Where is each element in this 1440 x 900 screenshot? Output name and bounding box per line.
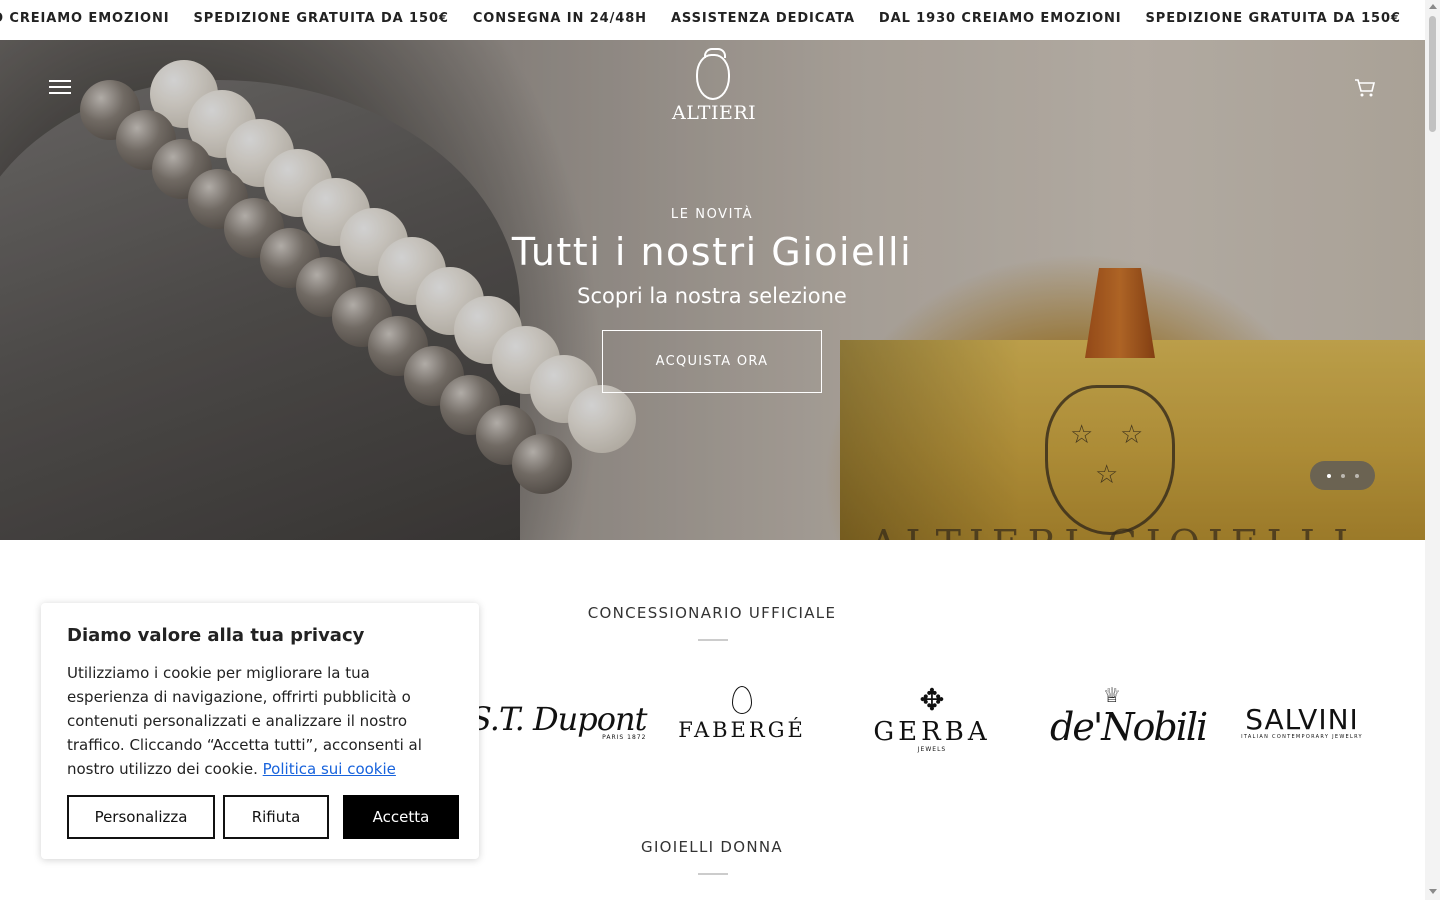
- faberge-egg-icon: [732, 686, 752, 714]
- shop-now-button[interactable]: ACQUISTA ORA: [602, 330, 822, 393]
- scroll-up-arrow-icon[interactable]: [1429, 4, 1437, 9]
- crown-icon: ♕: [1103, 683, 1121, 707]
- scroll-down-arrow-icon[interactable]: [1429, 889, 1437, 894]
- brand-logo-gerba[interactable]: ✥ GERBA JEWELS: [870, 683, 994, 754]
- brand-logo-dupont[interactable]: S.T. Dupont PARIS 1872: [470, 700, 647, 741]
- logo-text: ALTIERI: [672, 102, 757, 124]
- brand-name: de'Nobili: [1050, 705, 1208, 749]
- hero-content: LE NOVITÀ Tutti i nostri Gioielli Scopri…: [412, 207, 1012, 393]
- announcement-bar: O CREIAMO EMOZIONI SPEDIZIONE GRATUITA DA…: [0, 0, 1425, 40]
- brand-sub: JEWELS: [917, 746, 947, 753]
- brand-name: GERBA: [873, 717, 991, 747]
- brands-section-title: CONCESSIONARIO UFFICIALE: [587, 604, 837, 622]
- slider-pagination: [1310, 461, 1375, 490]
- announcement-track: O CREIAMO EMOZIONI SPEDIZIONE GRATUITA DA…: [0, 11, 1425, 26]
- cookie-consent-banner: Diamo valore alla tua privacy Utilizziam…: [41, 603, 479, 859]
- women-jewels-section-title: GIOIELLI DONNA: [641, 838, 783, 856]
- brand-name: FABERGÉ: [678, 718, 806, 742]
- announcement-item: CONSEGNA IN 24/48H: [472, 11, 647, 26]
- brand-logo-denobili[interactable]: ♕ de'Nobili: [1050, 683, 1208, 749]
- cookie-buttons: Personalizza Rifiuta Accetta: [67, 795, 459, 839]
- reject-button[interactable]: Rifiuta: [223, 795, 329, 839]
- scrollbar-thumb[interactable]: [1429, 16, 1436, 132]
- cookie-title: Diamo valore alla tua privacy: [67, 625, 365, 646]
- cookie-text: Utilizziamo i cookie per migliorare la t…: [67, 661, 453, 781]
- page-scrollbar[interactable]: [1425, 0, 1440, 900]
- announcement-item: DAL 1930 CREIAMO EMOZIONI: [878, 11, 1122, 26]
- brand-logo-salvini[interactable]: SALVINI ITALIAN CONTEMPORARY JEWELRY: [1230, 703, 1374, 741]
- brand-sub: ITALIAN CONTEMPORARY JEWELRY: [1241, 734, 1363, 740]
- accept-button[interactable]: Accetta: [343, 795, 459, 839]
- logo-crest-icon: [696, 48, 730, 100]
- cart-icon[interactable]: [1354, 78, 1376, 98]
- hero-title: Tutti i nostri Gioielli: [511, 230, 913, 274]
- announcement-item: O CREIAMO EMOZIONI: [0, 11, 170, 26]
- brand-name: SALVINI: [1245, 703, 1359, 736]
- slider-dot[interactable]: [1340, 473, 1345, 478]
- section-divider: [698, 873, 728, 875]
- customize-button[interactable]: Personalizza: [67, 795, 215, 839]
- hero-subtitle: Scopri la nostra selezione: [577, 284, 847, 308]
- slider-dot[interactable]: [1354, 473, 1359, 478]
- hamburger-menu-icon[interactable]: [49, 80, 71, 96]
- slider-dot[interactable]: [1326, 473, 1331, 478]
- hero-kicker: LE NOVITÀ: [670, 207, 754, 222]
- gerba-flower-icon: ✥: [919, 683, 945, 718]
- announcement-item: ASSISTENZA DEDICATA: [670, 11, 855, 26]
- announcement-item: SPEDIZIONE GRATUITA DA 150€: [1145, 11, 1401, 26]
- site-logo[interactable]: ALTIERI: [672, 48, 757, 124]
- section-divider: [698, 639, 728, 641]
- hero-banner: ☆ ☆ ☆ ALTIERI GIOIELLI ALTIERI LE NOVITÀ…: [0, 40, 1425, 540]
- announcement-item: SPEDIZIONE GRATUITA DA 150€: [193, 11, 449, 26]
- cookie-policy-link[interactable]: Politica sui cookie: [263, 760, 396, 778]
- brand-logo-faberge[interactable]: FABERGÉ: [670, 686, 814, 742]
- brand-name: S.T. Dupont: [470, 700, 647, 738]
